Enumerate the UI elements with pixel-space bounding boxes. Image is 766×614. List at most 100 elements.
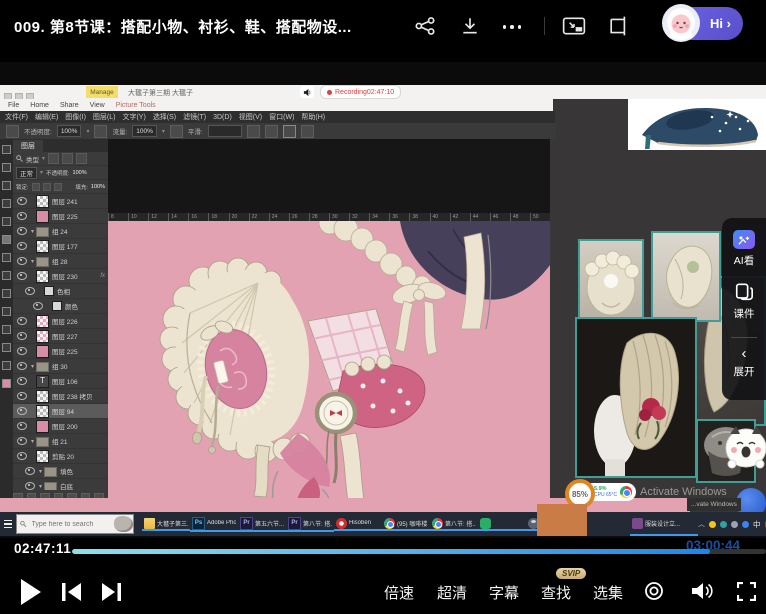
layer-name[interactable]: 组 30 xyxy=(52,361,68,371)
filter-caret-icon[interactable]: ▾ xyxy=(42,155,45,162)
layer-row[interactable]: 图层 200 xyxy=(13,419,108,434)
layer-visibility-eye-icon[interactable] xyxy=(17,377,27,385)
group-arrow-icon[interactable] xyxy=(29,258,36,265)
tray-expand-icon[interactable]: ︿ xyxy=(698,519,705,529)
layers-panel-tab[interactable]: 图层 xyxy=(13,140,43,152)
taskbar-app[interactable]: Pr 第五六节... xyxy=(238,517,286,532)
layer-name[interactable]: 组 21 xyxy=(52,436,68,446)
layer-row[interactable]: 图层 106 xyxy=(13,374,108,389)
taskbar-search[interactable] xyxy=(16,514,134,534)
layer-name[interactable]: 图层 225 xyxy=(52,211,78,221)
opacity-caret-icon[interactable]: ▾ xyxy=(86,128,89,135)
sidebar-item-ai-view[interactable]: AI看 xyxy=(733,230,755,268)
layer-visibility-eye-icon[interactable] xyxy=(17,332,27,340)
group-arrow-icon[interactable] xyxy=(29,363,36,370)
explorer-tab[interactable]: Picture Tools xyxy=(116,102,156,109)
previous-episode-button[interactable] xyxy=(60,582,82,602)
layer-row[interactable]: 图层 241 xyxy=(13,194,108,209)
episodes-button[interactable]: 选集 xyxy=(593,582,623,603)
crop-tool-icon[interactable] xyxy=(2,199,11,208)
shape-tool-icon[interactable] xyxy=(2,325,11,334)
group-arrow-icon[interactable] xyxy=(29,228,36,235)
taskbar-app[interactable]: Hisoben xyxy=(334,518,382,531)
layer-name[interactable]: 组 24 xyxy=(52,226,68,236)
volume-button[interactable] xyxy=(690,579,714,603)
taskbar-app[interactable]: Ps Adobe Phot... xyxy=(190,517,238,532)
pen-tool-icon[interactable] xyxy=(2,289,11,298)
layer-visibility-eye-icon[interactable] xyxy=(33,302,43,310)
layer-visibility-eye-icon[interactable] xyxy=(25,467,35,475)
layer-thumbnail[interactable] xyxy=(44,482,57,490)
layer-thumbnail[interactable] xyxy=(36,257,49,267)
taskbar-app[interactable]: Pr 第八节: 搭... xyxy=(286,517,334,532)
layer-thumbnail[interactable] xyxy=(36,195,49,208)
layer-thumbnail[interactable] xyxy=(36,420,49,433)
tray-icon[interactable] xyxy=(731,521,738,528)
more-button[interactable] xyxy=(498,22,526,32)
layer-row[interactable]: 图层 227 xyxy=(13,329,108,344)
layer-thumbnail[interactable] xyxy=(36,390,49,403)
layer-visibility-eye-icon[interactable] xyxy=(25,287,35,295)
layer-thumbnail[interactable] xyxy=(44,467,57,477)
subtitle-button[interactable]: 字幕 xyxy=(489,582,519,603)
layer-visibility-eye-icon[interactable] xyxy=(17,272,27,280)
layer-visibility-eye-icon[interactable] xyxy=(17,257,27,265)
sidebar-item-courseware[interactable]: 课件 xyxy=(734,282,755,321)
reference-photo-bonnet-front[interactable] xyxy=(578,239,644,326)
layer-name[interactable]: 图层 225 xyxy=(52,346,78,356)
next-episode-button[interactable] xyxy=(100,582,122,602)
progress-bar[interactable] xyxy=(72,549,766,554)
layer-visibility-eye-icon[interactable] xyxy=(17,422,27,430)
layer-row[interactable]: 组 21 xyxy=(13,434,108,449)
layer-row[interactable]: 填色 xyxy=(13,464,108,479)
download-button[interactable] xyxy=(457,14,483,38)
taskbar-app[interactable]: 第八节: 搭... xyxy=(430,518,478,531)
ps-canvas[interactable] xyxy=(108,221,550,512)
lasso-tool-icon[interactable] xyxy=(2,181,11,190)
layer-name[interactable]: 图层 226 xyxy=(52,316,78,326)
lock-pixels-icon[interactable] xyxy=(32,183,40,191)
share-button[interactable] xyxy=(412,14,438,38)
hand-tool-icon[interactable] xyxy=(2,343,11,352)
fill-value[interactable]: 100% xyxy=(91,184,105,190)
layer-name[interactable]: 图层 238 拷贝 xyxy=(52,391,92,401)
layer-visibility-eye-icon[interactable] xyxy=(17,452,27,460)
layer-row[interactable]: 颜色 xyxy=(13,299,108,314)
search-input[interactable] xyxy=(30,520,114,529)
filter-pixel-icon[interactable] xyxy=(48,153,59,164)
quality-button[interactable]: 超清 xyxy=(437,582,467,603)
layer-name[interactable]: 填色 xyxy=(60,466,73,476)
layer-name[interactable]: 图层 106 xyxy=(52,376,78,386)
layer-thumbnail[interactable] xyxy=(36,345,49,358)
brush-tool-icon[interactable] xyxy=(2,235,11,244)
brush-preset-icon[interactable] xyxy=(6,125,19,138)
ps-menu-item[interactable]: 文字(Y) xyxy=(122,112,145,122)
layer-row[interactable]: 组 28 xyxy=(13,254,108,269)
layer-visibility-eye-icon[interactable] xyxy=(17,242,27,250)
blend-mode-select[interactable]: 正常 xyxy=(16,167,37,179)
layer-thumbnail[interactable] xyxy=(36,405,49,418)
flow-caret-icon[interactable]: ▾ xyxy=(162,128,165,135)
ps-menu-item[interactable]: 文件(F) xyxy=(5,112,28,122)
layer-thumbnail[interactable] xyxy=(36,375,49,388)
airbrush-icon[interactable] xyxy=(170,125,183,138)
layer-name[interactable]: 图层 200 xyxy=(52,421,78,431)
layer-visibility-eye-icon[interactable] xyxy=(17,407,27,415)
smoothing-gear-icon[interactable] xyxy=(247,125,260,138)
layer-name[interactable]: 组 28 xyxy=(52,256,68,266)
layer-name[interactable]: 剪贴 20 xyxy=(52,451,74,461)
taskbar-app[interactable]: 大毽子第三... xyxy=(142,518,190,531)
text-tool-icon[interactable] xyxy=(2,307,11,316)
layer-name[interactable]: 图层 177 xyxy=(52,241,78,251)
layer-name[interactable]: 白底 xyxy=(60,481,73,490)
layer-thumbnail[interactable] xyxy=(52,301,62,311)
group-arrow-icon[interactable] xyxy=(37,483,44,490)
layer-thumbnail[interactable] xyxy=(36,362,49,372)
explorer-tab[interactable]: View xyxy=(90,102,105,109)
layer-row[interactable]: 色相 xyxy=(13,284,108,299)
start-button[interactable] xyxy=(0,512,16,536)
layer-name[interactable]: 图层 230 xyxy=(52,271,78,281)
pressure-size-icon[interactable] xyxy=(283,125,296,138)
lock-position-icon[interactable] xyxy=(43,183,51,191)
layer-thumbnail[interactable] xyxy=(36,315,49,328)
